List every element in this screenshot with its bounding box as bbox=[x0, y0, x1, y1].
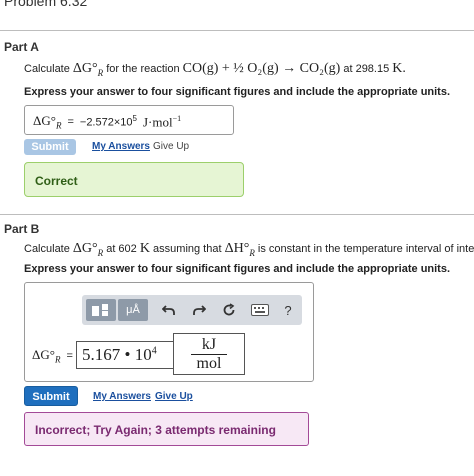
correct-message: Correct bbox=[35, 174, 78, 188]
templates-icon bbox=[92, 304, 108, 316]
part-b-submit-button[interactable]: Submit bbox=[24, 386, 78, 406]
templates-button[interactable] bbox=[86, 299, 116, 321]
problem-title: Problem 6.32 bbox=[4, 0, 88, 9]
help-button[interactable]: ? bbox=[280, 300, 296, 320]
part-b-my-answers-link[interactable]: My Answers bbox=[93, 391, 151, 402]
part-a-answer-unit: J·mol−1 bbox=[142, 113, 182, 129]
divider bbox=[0, 214, 474, 215]
part-b-give-up-link[interactable]: Give Up bbox=[155, 391, 193, 402]
part-b-answer-label: ΔG°R = bbox=[32, 347, 73, 365]
part-a-feedback-correct: Correct bbox=[24, 162, 244, 197]
reset-icon bbox=[223, 303, 235, 316]
redo-button[interactable] bbox=[190, 301, 208, 319]
redo-icon bbox=[193, 305, 206, 315]
part-a-instruction: Express your answer to four significant … bbox=[24, 86, 451, 98]
part-b-unit-input[interactable]: kJ mol bbox=[173, 333, 245, 375]
undo-button[interactable] bbox=[160, 301, 178, 319]
equation-toolbar: μÅ ? bbox=[82, 295, 302, 325]
part-a-label: Part A bbox=[4, 40, 39, 54]
incorrect-message: Incorrect; Try Again; 3 attempts remaini… bbox=[35, 423, 276, 437]
keyboard-icon bbox=[251, 304, 269, 316]
part-b-answer-panel: μÅ ? ΔG°R = 5.167 • 104 kJ mol bbox=[24, 282, 314, 382]
units-button[interactable]: μÅ bbox=[118, 299, 148, 321]
part-a-my-answers-link[interactable]: My Answers bbox=[92, 141, 150, 152]
part-b-instruction: Express your answer to four significant … bbox=[24, 263, 451, 275]
part-b-label: Part B bbox=[4, 222, 40, 236]
part-a-answer-box: ΔG°R = −2.572×105 J·mol−1 bbox=[24, 105, 234, 135]
part-a-answer-value: −2.572×105 bbox=[79, 114, 137, 130]
part-a-submit-button[interactable]: Submit bbox=[24, 139, 76, 155]
part-b-feedback-incorrect: Incorrect; Try Again; 3 attempts remaini… bbox=[24, 412, 309, 446]
part-a-question: Calculate ΔG°R for the reaction CO(g) + … bbox=[24, 61, 406, 78]
undo-icon bbox=[162, 305, 175, 315]
keyboard-button[interactable] bbox=[250, 302, 270, 318]
reaction-equation: CO(g) + ½ O₂(g) → CO₂(g) bbox=[182, 61, 341, 76]
reset-button[interactable] bbox=[220, 301, 238, 319]
part-a-give-up: Give Up bbox=[153, 141, 190, 152]
divider bbox=[0, 30, 474, 31]
part-b-question: Calculate ΔG°R at 602 K assuming that ΔH… bbox=[24, 241, 474, 258]
